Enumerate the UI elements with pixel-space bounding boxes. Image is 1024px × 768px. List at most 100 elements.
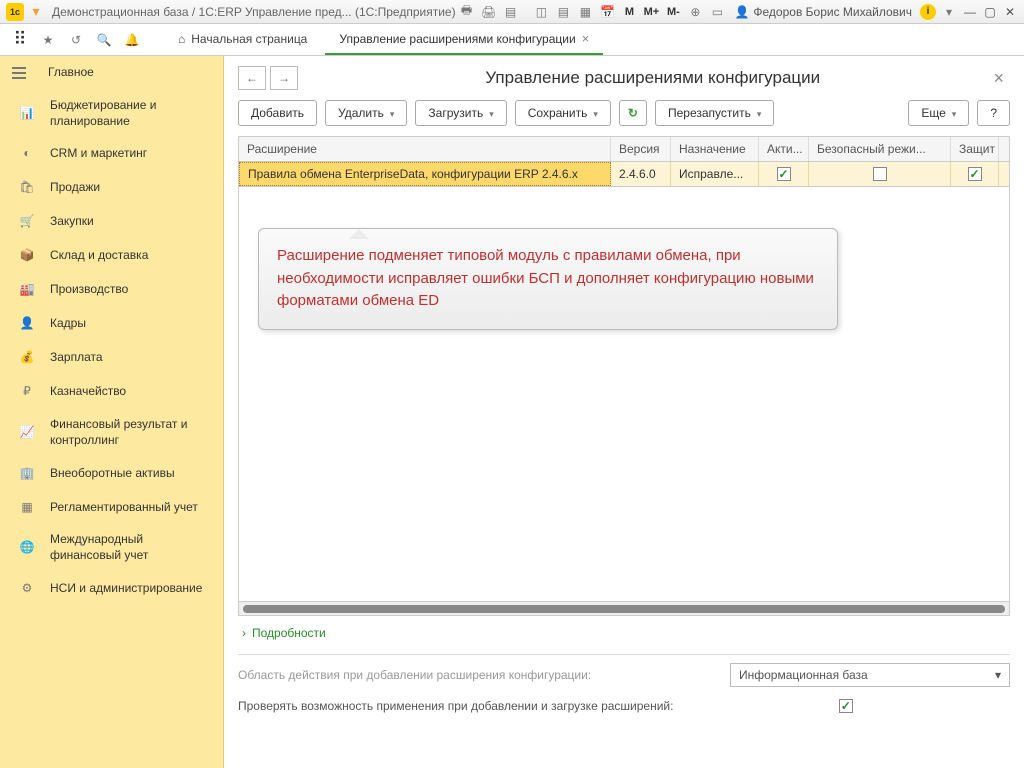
save-icon[interactable]: ▤: [501, 3, 521, 21]
checkbox-on-icon[interactable]: [968, 167, 982, 181]
cell-extension[interactable]: Правила обмена EnterpriseData, конфигура…: [239, 162, 611, 186]
m-button[interactable]: M: [619, 3, 639, 21]
maximize-button[interactable]: ▢: [980, 5, 1000, 19]
nav-label: Закупки: [50, 214, 94, 230]
nav-label: Внеоборотные активы: [50, 466, 175, 482]
restart-button[interactable]: Перезапустить: [655, 100, 774, 126]
checkbox-off-icon[interactable]: [873, 167, 887, 181]
nav-warehouse[interactable]: 📦 Склад и доставка: [0, 239, 223, 273]
delete-button[interactable]: Удалить: [325, 100, 407, 126]
nav-label: НСИ и администрирование: [50, 581, 202, 597]
zoom-in-icon[interactable]: ⊕: [685, 3, 705, 21]
col-purpose[interactable]: Назначение: [671, 137, 759, 161]
close-button[interactable]: ✕: [1000, 5, 1020, 19]
col-extension[interactable]: Расширение: [239, 137, 611, 161]
tab-extensions-label: Управление расширениями конфигурации: [339, 32, 575, 46]
person-icon: 👤: [18, 315, 36, 333]
compare-icon[interactable]: ◫: [531, 3, 551, 21]
bag-icon: 🛍: [18, 179, 36, 197]
nav-main[interactable]: Главное: [0, 56, 223, 90]
tab-home-label: Начальная страница: [191, 32, 307, 46]
notifications-icon[interactable]: 🔔: [120, 28, 144, 52]
nav-label: Кадры: [50, 316, 86, 332]
col-safemode[interactable]: Безопасный режи...: [809, 137, 951, 161]
nav-salary[interactable]: 💰Зарплата: [0, 341, 223, 375]
history-icon[interactable]: ↺: [64, 28, 88, 52]
page-close-button[interactable]: ×: [987, 68, 1010, 89]
nav-forward-button[interactable]: →: [270, 66, 298, 90]
nav-sales[interactable]: 🛍Продажи: [0, 171, 223, 205]
search-icon[interactable]: 🔍: [92, 28, 116, 52]
minimize-button[interactable]: —: [960, 5, 980, 19]
tab-home[interactable]: ⌂ Начальная страница: [164, 24, 321, 55]
factory-icon: 🏭: [18, 281, 36, 299]
bars-icon: 📈: [18, 424, 36, 442]
table-row[interactable]: Правила обмена EnterpriseData, конфигура…: [239, 162, 1009, 187]
nav-label: Регламентированный учет: [50, 500, 198, 516]
box-icon: 📦: [18, 247, 36, 265]
nav-label: CRM и маркетинг: [50, 146, 147, 162]
help-button[interactable]: ?: [977, 100, 1010, 126]
cell-protect[interactable]: [951, 162, 999, 186]
nav-label: Международный финансовый учет: [50, 532, 213, 563]
cell-safemode[interactable]: [809, 162, 951, 186]
calculator-icon[interactable]: ▦: [575, 3, 595, 21]
save-button[interactable]: Сохранить: [515, 100, 611, 126]
nav-production[interactable]: 🏭Производство: [0, 273, 223, 307]
horizontal-scrollbar[interactable]: [239, 601, 1009, 615]
chevron-right-icon: ›: [242, 626, 246, 640]
nav-label: Склад и доставка: [50, 248, 148, 264]
print-preview-icon[interactable]: 🖨: [479, 3, 499, 21]
description-tooltip: Расширение подменяет типовой модуль с пр…: [258, 228, 838, 330]
info-icon[interactable]: i: [920, 4, 936, 20]
panel-icon[interactable]: ▭: [707, 3, 727, 21]
scope-select[interactable]: Информационная база ▾: [730, 663, 1010, 687]
doc-icon[interactable]: ▤: [553, 3, 573, 21]
print-icon[interactable]: 🖶: [457, 3, 477, 21]
col-active[interactable]: Акти...: [759, 137, 809, 161]
nav-hr[interactable]: 👤 Кадры: [0, 307, 223, 341]
nav-intlaccounting[interactable]: 🌐Международный финансовый учет: [0, 524, 223, 571]
load-button[interactable]: Загрузить: [415, 100, 506, 126]
cell-version: 2.4.6.0: [611, 162, 671, 186]
info-dropdown-icon[interactable]: ▾: [939, 3, 959, 21]
col-version[interactable]: Версия: [611, 137, 671, 161]
tab-close-icon[interactable]: ×: [582, 31, 590, 46]
calendar-icon[interactable]: 📅: [597, 3, 617, 21]
nav-back-button[interactable]: ←: [238, 66, 266, 90]
nav-admin[interactable]: ⚙ НСИ и администрирование: [0, 572, 223, 606]
action-bar: Добавить Удалить Загрузить Сохранить ↻ П…: [224, 90, 1024, 136]
app-menu-dropdown-icon[interactable]: ▾: [28, 4, 44, 20]
tab-extensions[interactable]: Управление расширениями конфигурации ×: [325, 24, 603, 55]
favorite-icon[interactable]: ★: [36, 28, 60, 52]
cell-active[interactable]: [759, 162, 809, 186]
current-user[interactable]: 👤 Федоров Борис Михайлович: [734, 5, 912, 19]
calc-icon: ▦: [18, 498, 36, 516]
nav-crm[interactable]: ◐CRM и маркетинг: [0, 137, 223, 171]
nav-budgeting[interactable]: 📊Бюджетирование и планирование: [0, 90, 223, 137]
gear-icon: ⚙: [18, 580, 36, 598]
coin-icon: ₽: [18, 383, 36, 401]
nav-treasury[interactable]: ₽ Казначейство: [0, 375, 223, 409]
nav-label: Финансовый результат и контроллинг: [50, 417, 213, 448]
m-plus-button[interactable]: M+: [641, 3, 661, 21]
building-icon: 🏢: [18, 464, 36, 482]
refresh-button[interactable]: ↻: [619, 100, 647, 126]
nav-purchases[interactable]: 🛒Закупки: [0, 205, 223, 239]
apps-grid-icon[interactable]: ⠿: [8, 28, 32, 52]
check-applicability-checkbox[interactable]: [839, 699, 853, 713]
details-label: Подробности: [252, 626, 326, 640]
add-button[interactable]: Добавить: [238, 100, 317, 126]
details-toggle[interactable]: › Подробности: [224, 616, 1024, 650]
table-header: Расширение Версия Назначение Акти... Без…: [239, 137, 1009, 162]
nav-label: Казначейство: [50, 384, 126, 400]
m-minus-button[interactable]: M-: [663, 3, 683, 21]
more-button[interactable]: Еще: [908, 100, 969, 126]
nav-assets[interactable]: 🏢 Внеоборотные активы: [0, 456, 223, 490]
cell-purpose: Исправле...: [671, 162, 759, 186]
nav-finresult[interactable]: 📈 Финансовый результат и контроллинг: [0, 409, 223, 456]
chevron-down-icon: ▾: [995, 668, 1001, 682]
nav-regaccounting[interactable]: ▦ Регламентированный учет: [0, 490, 223, 524]
checkbox-on-icon[interactable]: [777, 167, 791, 181]
col-protect[interactable]: Защит: [951, 137, 999, 161]
